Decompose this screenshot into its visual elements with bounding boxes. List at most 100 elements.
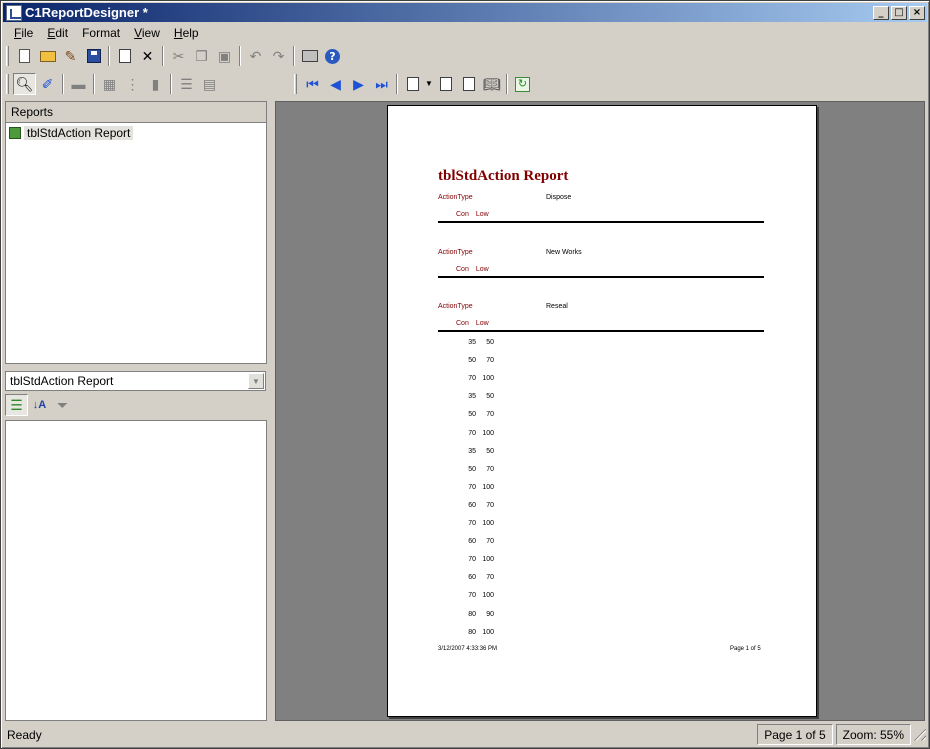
page-setup-button[interactable] <box>401 73 424 95</box>
chevron-down-icon[interactable]: ▼ <box>248 373 264 389</box>
previous-page-button[interactable]: ◀ <box>324 73 347 95</box>
row-low-value: 70 <box>486 501 494 509</box>
reload-button[interactable]: ↻ <box>511 73 534 95</box>
properties-toolbar: ☰ ↓A ⏷ <box>5 394 74 416</box>
status-zoom: Zoom: 55% <box>835 724 911 745</box>
save-icon <box>86 49 101 63</box>
group-divider <box>438 221 764 223</box>
script-button[interactable]: ▤ <box>198 73 221 95</box>
title-bar[interactable]: C1ReportDesigner * _ □ × <box>3 3 927 22</box>
close-button[interactable]: × <box>909 5 925 20</box>
reports-panel: Reports tblStdAction Report <box>5 101 267 364</box>
menu-format[interactable]: Format <box>75 26 127 40</box>
undo-button[interactable]: ↶ <box>244 45 267 67</box>
first-page-button[interactable]: ⏮ <box>301 73 324 95</box>
next-page-button[interactable]: ▶ <box>347 73 370 95</box>
group-label: ActionType <box>438 303 473 310</box>
lock-button[interactable]: ▮ <box>144 73 167 95</box>
delete-button[interactable]: ✕ <box>136 45 159 67</box>
column-header-con: Con <box>456 265 469 273</box>
row-low-value: 100 <box>482 375 494 383</box>
object-selector[interactable]: tblStdAction Report ▼ <box>5 371 266 391</box>
script-icon: ▤ <box>202 76 217 92</box>
column-header-con: Con <box>456 211 469 218</box>
resize-grip[interactable] <box>913 728 927 742</box>
redo-button[interactable]: ↷ <box>267 45 290 67</box>
row-con-value: 70 <box>468 429 476 437</box>
toolbar-grip[interactable] <box>6 74 9 94</box>
two-pages-button[interactable] <box>457 73 480 95</box>
group-value: Dispose <box>546 194 572 201</box>
menu-view[interactable]: View <box>127 26 167 40</box>
row-low-value: 70 <box>486 538 494 546</box>
refresh-icon: ↻ <box>515 76 530 92</box>
new-report-button[interactable] <box>113 45 136 67</box>
toolbar-grip[interactable] <box>6 46 9 66</box>
report-page: tblStdAction Report 3/12/2007 4:33:36 PM… <box>387 105 817 717</box>
save-button[interactable] <box>82 45 105 67</box>
design-mode-button[interactable]: ✐ <box>36 73 59 95</box>
group-label: ActionType <box>438 248 473 256</box>
menu-file[interactable]: File <box>7 26 40 40</box>
row-con-value: 50 <box>468 465 476 473</box>
previous-page-icon: ◀ <box>330 76 341 92</box>
fields-button[interactable]: ▬ <box>67 73 90 95</box>
minimize-button[interactable]: _ <box>873 5 889 20</box>
snap-button[interactable]: ⋮ <box>121 73 144 95</box>
status-text: Ready <box>7 727 42 742</box>
paste-button[interactable]: ▣ <box>213 45 236 67</box>
design-wizard-button[interactable]: ✎ <box>59 45 82 67</box>
categorized-icon: ☰ <box>10 397 23 413</box>
app-icon[interactable] <box>6 4 22 21</box>
last-page-button[interactable]: ⏭ <box>370 73 393 95</box>
print-button[interactable] <box>298 45 321 67</box>
report-footer-page: Page 1 of 5 <box>730 646 761 652</box>
page-setup-dropdown[interactable]: ▼ <box>424 73 434 95</box>
menu-bar: File Edit Format View Help <box>3 23 927 42</box>
copy-button[interactable]: ❐ <box>190 45 213 67</box>
column-header-low: Low <box>475 320 489 327</box>
menu-edit[interactable]: Edit <box>40 26 75 40</box>
menu-help[interactable]: Help <box>167 26 206 40</box>
maximize-button[interactable]: □ <box>891 5 907 20</box>
group-sort-icon: ☰ <box>180 76 193 92</box>
cut-button[interactable]: ✂ <box>167 45 190 67</box>
help-icon: ? <box>325 48 340 64</box>
report-tree-item[interactable]: tblStdAction Report <box>6 125 266 141</box>
magnifier-page-icon: 🔍︎ <box>15 76 34 92</box>
last-page-icon: ⏭ <box>375 76 388 92</box>
column-header-con: Con <box>456 320 469 327</box>
row-con-value: 80 <box>468 610 476 618</box>
group-divider <box>438 275 764 278</box>
two-pages-icon <box>462 77 475 91</box>
row-con-value: 50 <box>468 357 476 365</box>
grid-button[interactable]: ▦ <box>98 73 121 95</box>
categorized-button[interactable]: ☰ <box>5 394 28 416</box>
property-grid[interactable] <box>5 420 267 721</box>
new-report-icon <box>118 49 131 63</box>
row-con-value: 50 <box>468 411 476 419</box>
grid-icon: ▦ <box>102 76 117 92</box>
single-page-button[interactable] <box>434 73 457 95</box>
book-view-button[interactable]: 📖︎ <box>480 73 503 95</box>
lock-icon: ▮ <box>151 76 160 92</box>
preview-pane[interactable]: tblStdAction Report 3/12/2007 4:33:36 PM… <box>275 101 925 721</box>
row-con-value: 70 <box>468 556 476 564</box>
row-con-value: 70 <box>468 592 476 600</box>
report-icon <box>9 127 21 139</box>
filter-button[interactable]: ⏷ <box>51 394 74 416</box>
column-header: Con Low <box>456 211 489 218</box>
group-button[interactable]: ☰ <box>175 73 198 95</box>
new-button[interactable] <box>13 45 36 67</box>
row-low-value: 70 <box>486 574 494 582</box>
row-con-value: 35 <box>468 393 476 401</box>
help-button[interactable]: ? <box>321 45 344 67</box>
open-button[interactable] <box>36 45 59 67</box>
toolbar-grip[interactable] <box>294 74 297 94</box>
alphabetical-button[interactable]: ↓A <box>28 394 51 416</box>
row-low-value: 100 <box>482 628 494 636</box>
row-con-value: 35 <box>468 447 476 455</box>
preview-mode-button[interactable]: 🔍︎ <box>13 73 36 95</box>
wand-icon: ✎ <box>64 48 77 64</box>
folder-icon: ▬ <box>71 76 86 92</box>
